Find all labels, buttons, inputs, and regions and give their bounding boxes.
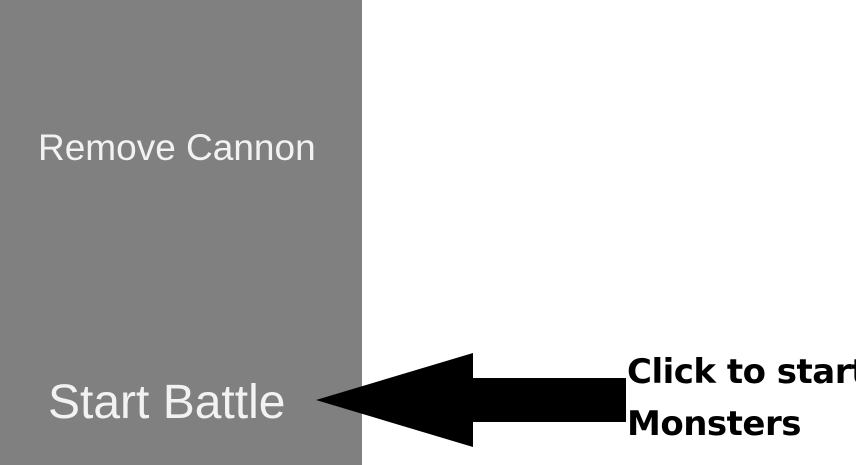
start-battle-button[interactable]: Start Battle [0, 370, 362, 434]
callout-line-1: Click to start [627, 352, 856, 392]
pointer-arrow-icon [316, 353, 626, 447]
remove-cannon-button[interactable]: Remove Cannon [0, 120, 362, 176]
instruction-callout: Click to start Monsters [627, 346, 856, 450]
callout-line-2: Monsters [627, 404, 801, 444]
game-screen: Remove Cannon Start Battle Click to star… [0, 0, 856, 465]
side-panel: Remove Cannon Start Battle [0, 0, 362, 465]
